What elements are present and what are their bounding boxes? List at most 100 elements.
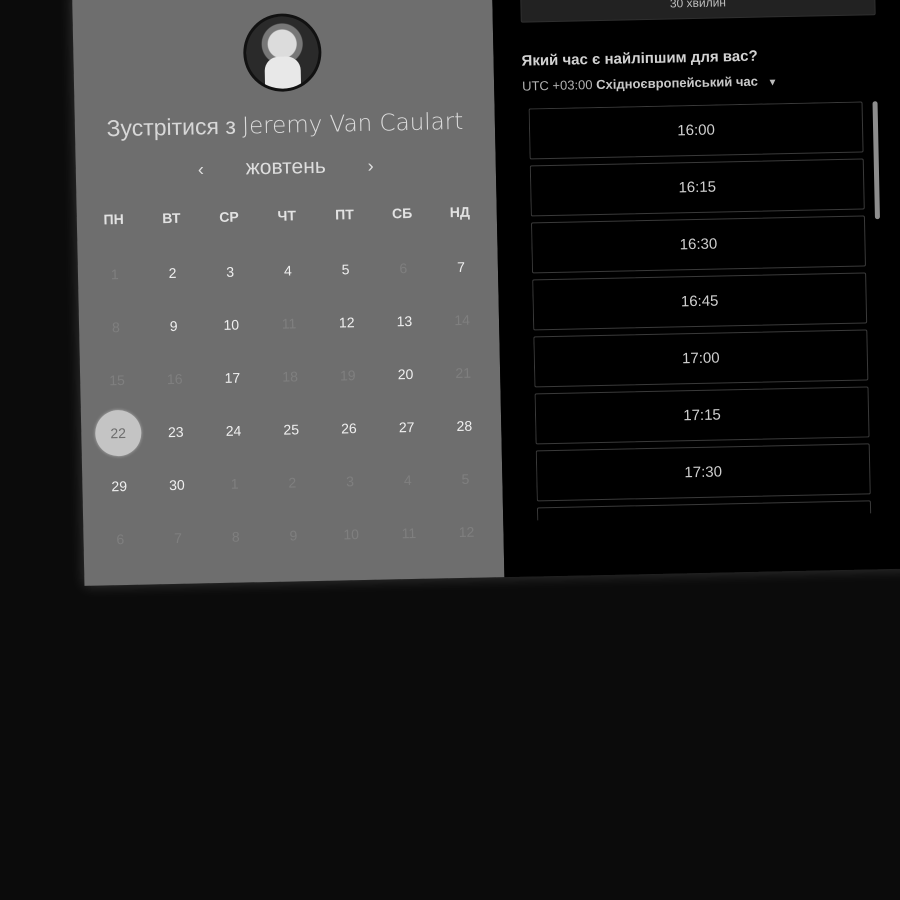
weekday-label: ЧТ: [277, 207, 297, 224]
calendar-day-label: 9: [169, 317, 178, 334]
calendar-day-label: 13: [396, 312, 413, 329]
calendar-day-label: 8: [231, 528, 240, 545]
calendar-day-label: 3: [226, 263, 235, 280]
calendar-day[interactable]: 4: [259, 243, 318, 297]
calendar-day: 10: [322, 507, 381, 561]
calendar-day[interactable]: 12: [317, 295, 376, 349]
time-slot-button[interactable]: 17:30: [535, 443, 871, 502]
time-slot-button[interactable]: 17:15: [534, 386, 870, 445]
calendar-day: 8: [206, 509, 265, 563]
calendar-day-label: 11: [401, 524, 417, 541]
chevron-right-icon[interactable]: ›: [355, 155, 385, 177]
calendar-day[interactable]: 20: [376, 347, 435, 401]
chevron-left-icon[interactable]: ‹: [186, 159, 216, 181]
calendar-day[interactable]: 5: [316, 242, 375, 296]
calendar-day: 9: [264, 508, 323, 562]
calendar-day-label: 19: [339, 366, 356, 383]
page-title: Зустрітися з Jeremy Van Caulart: [75, 107, 495, 143]
calendar-day-label: 4: [283, 261, 292, 279]
calendar-day-label: 30: [168, 476, 185, 493]
timezone-name: Східноєвропейський час: [596, 73, 759, 93]
calendar-day: 18: [261, 349, 320, 403]
calendar-day[interactable]: 26: [320, 401, 379, 455]
avatar-figure: [264, 56, 302, 93]
calendar-day[interactable]: 25: [262, 402, 321, 456]
calendar-day[interactable]: 9: [144, 298, 203, 352]
timezone-selector[interactable]: UTC +03:00 Східноєвропейський час ▼: [521, 73, 778, 94]
calendar-day-label: 24: [225, 422, 242, 439]
calendar-day[interactable]: 3: [201, 244, 260, 298]
calendar-day[interactable]: 17: [203, 350, 262, 404]
calendar-day-label: 22: [94, 409, 142, 457]
calendar-day: 2: [263, 455, 322, 509]
calendar-day-label: 7: [173, 529, 183, 546]
calendar-day-label: 2: [168, 264, 177, 281]
calendar-day-label: 10: [223, 316, 240, 333]
calendar-day: 6: [91, 512, 150, 566]
caret-down-icon: ▼: [767, 77, 778, 89]
day-grid: 1 2 3 4 5 6 7 8 9 10 11 12 13 14 15 16 17 18 19 20 21 22 23 24 2…: [85, 239, 496, 565]
calendar-day: 11: [260, 296, 319, 350]
month-navigation: ‹ жовтень ›: [76, 151, 496, 184]
calendar-day-label: 29: [111, 477, 128, 494]
calendar-day-label: 21: [455, 364, 472, 381]
calendar-day-label: 10: [343, 525, 360, 542]
calendar-day: 1: [85, 247, 144, 301]
duration-select[interactable]: 30 хвилин: [520, 0, 876, 23]
calendar-day: 12: [437, 504, 496, 558]
calendar-day[interactable]: 10: [202, 297, 261, 351]
calendar-day[interactable]: 7: [432, 239, 491, 293]
calendar-day: 4: [378, 452, 437, 506]
scheduling-card: Зустрітися з Jeremy Van Caulart ‹ жовтен…: [72, 0, 900, 586]
calendar-day-label: 6: [116, 530, 125, 547]
calendar-day-label: 14: [454, 311, 471, 328]
calendar-day-label: 3: [345, 472, 355, 489]
timezone-offset: UTC +03:00: [521, 77, 593, 94]
time-panel: 30 хвилин Який час є найліпшим для вас? …: [491, 0, 900, 578]
calendar-day[interactable]: 24: [204, 403, 263, 457]
calendar-day-label: 27: [398, 418, 415, 435]
calendar-day[interactable]: 29: [90, 459, 149, 513]
screen: Зустрітися з Jeremy Van Caulart ‹ жовтен…: [0, 0, 900, 900]
weekday-label: ВТ: [162, 209, 181, 227]
calendar-day-label: 18: [282, 367, 299, 385]
calendar-day-label: 26: [340, 419, 357, 436]
calendar-day: 11: [379, 505, 438, 559]
time-slot-button[interactable]: [536, 500, 872, 521]
time-slot-list[interactable]: 16:00 16:15 16:30 16:45 17:00 17:15 17:30: [528, 101, 876, 521]
calendar-day-label: 16: [166, 370, 183, 387]
calendar-day-label: 11: [281, 314, 297, 332]
weekday-label: НД: [449, 203, 471, 221]
calendar-day[interactable]: 13: [375, 294, 434, 348]
calendar-day-label: 28: [456, 417, 473, 434]
host-name: Jeremy Van Caulart: [241, 108, 464, 140]
calendar-day-label: 5: [461, 470, 470, 487]
calendar-day: 6: [374, 241, 433, 295]
slot-scrollbar[interactable]: [872, 101, 887, 513]
weekday-label: ПТ: [334, 206, 354, 223]
calendar-day: 5: [436, 451, 495, 505]
calendar-day-label: 7: [456, 258, 466, 275]
calendar-day-label: 8: [111, 318, 120, 335]
time-slot-button[interactable]: 16:15: [529, 158, 865, 217]
weekday-header: ПН ВТ СР ЧТ ПТ СБ НД: [85, 203, 489, 228]
time-slot-button[interactable]: 16:00: [528, 101, 864, 160]
calendar-day-label: 1: [110, 265, 119, 282]
calendar-day[interactable]: 2: [143, 245, 202, 299]
weekday-label: СБ: [391, 204, 413, 222]
calendar-day-label: 25: [283, 420, 300, 438]
calendar-day-label: 17: [224, 369, 241, 386]
time-slot-button[interactable]: 16:45: [532, 272, 868, 331]
time-slot-button[interactable]: 17:00: [533, 329, 869, 388]
calendar-day[interactable]: 23: [146, 404, 205, 458]
time-slot-button[interactable]: 16:30: [530, 215, 866, 274]
calendar-day: 8: [87, 300, 146, 354]
calendar-day: 15: [88, 353, 147, 407]
scrollbar-thumb[interactable]: [872, 101, 880, 220]
calendar-day-label: 4: [403, 471, 412, 488]
calendar-day-selected[interactable]: 22: [89, 406, 148, 460]
calendar-day-label: 5: [341, 260, 350, 277]
calendar-day[interactable]: 27: [377, 399, 436, 453]
calendar-day[interactable]: 30: [148, 457, 207, 511]
calendar-day[interactable]: 28: [435, 398, 494, 452]
